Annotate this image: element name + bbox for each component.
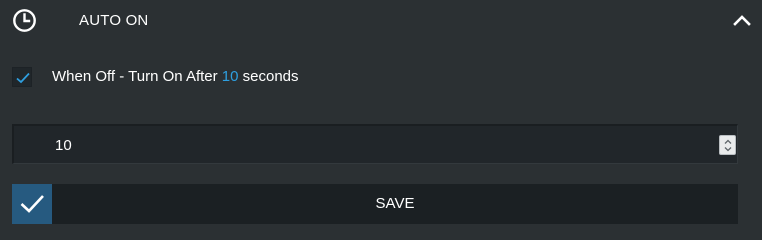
label-prefix: When Off - Turn On After (52, 68, 222, 85)
collapse-button[interactable] (727, 7, 757, 33)
save-button[interactable]: SAVE (52, 184, 738, 224)
save-check-button[interactable] (12, 184, 52, 224)
delay-input-value[interactable]: 10 (55, 136, 72, 156)
clock-icon (13, 9, 36, 32)
checkmark-icon (16, 72, 30, 84)
delay-value: 10 (221, 68, 239, 85)
auto-on-label: When Off - Turn On After 10 seconds (52, 67, 299, 87)
checkmark-icon (20, 195, 44, 213)
spinner-arrows-icon (724, 139, 732, 152)
auto-on-checkbox[interactable] (12, 67, 32, 87)
label-suffix: seconds (238, 68, 299, 85)
auto-on-panel: AUTO ON When Off - Turn On After 10 seco… (0, 0, 762, 236)
section-title: AUTO ON (79, 12, 149, 29)
number-spinner[interactable] (719, 135, 736, 155)
auto-on-header[interactable]: AUTO ON (0, 0, 762, 42)
chevron-up-icon (733, 15, 751, 26)
delay-seconds-input[interactable]: 10 (12, 124, 738, 164)
